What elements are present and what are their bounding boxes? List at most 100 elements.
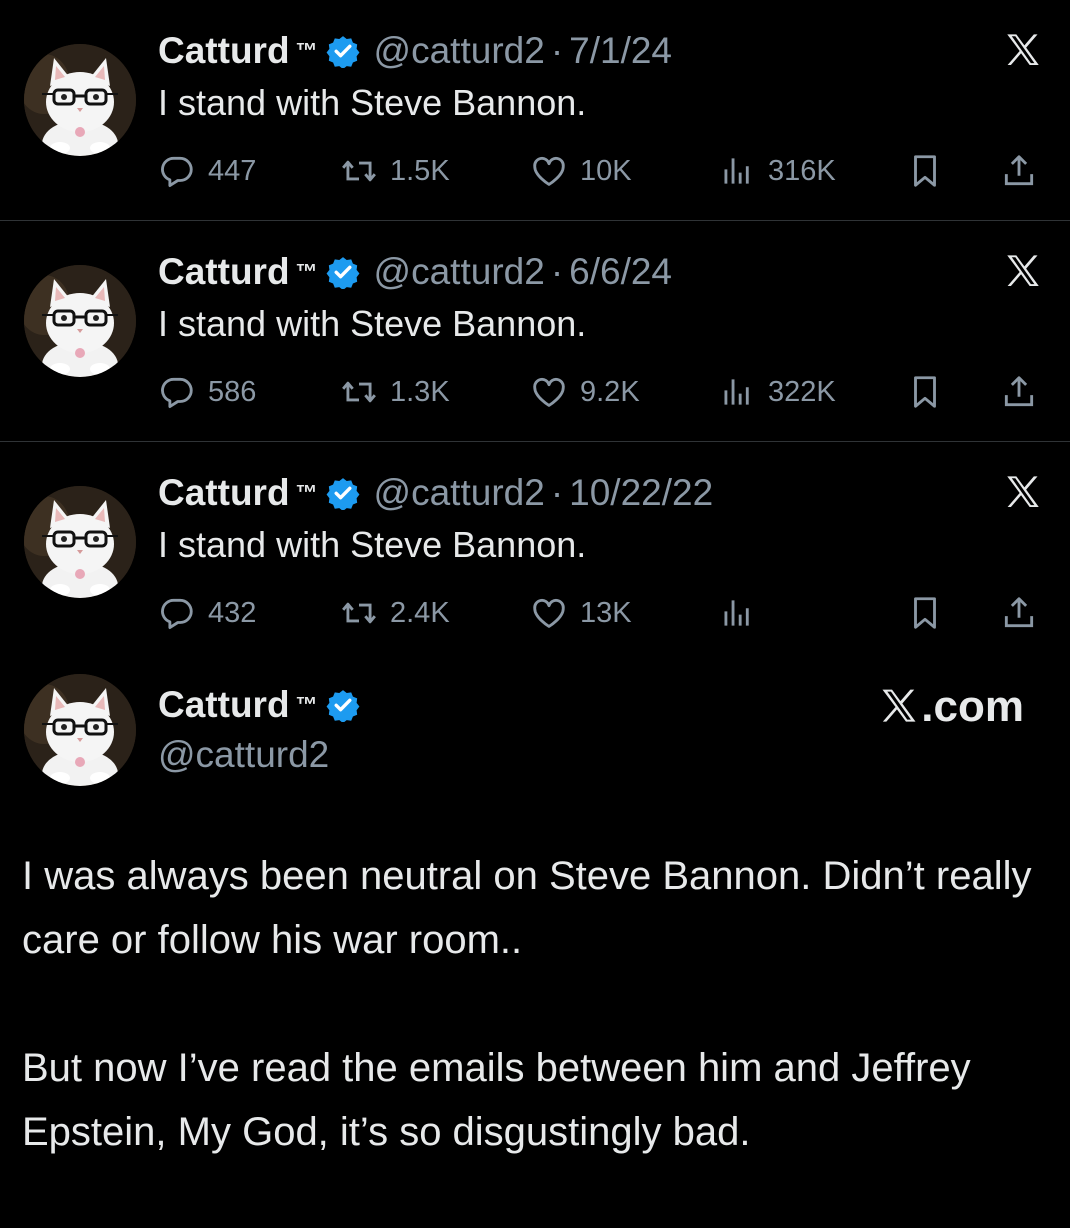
cat-avatar-icon xyxy=(24,674,136,786)
separator-dot: · xyxy=(550,472,564,513)
cat-avatar-icon xyxy=(24,486,136,598)
avatar[interactable] xyxy=(24,674,136,786)
share-icon xyxy=(1000,594,1038,632)
like-count: 9.2K xyxy=(580,375,640,408)
share-icon xyxy=(1000,373,1038,411)
tweet-date[interactable]: 7/1/24 xyxy=(569,30,672,72)
avatar[interactable] xyxy=(24,44,136,156)
action-bar: 447 1.5K 10K 316K xyxy=(158,146,1048,196)
avatar[interactable] xyxy=(24,486,136,598)
repost-icon xyxy=(340,373,378,411)
tweet-card[interactable]: Catturd ™ @catturd2 · 6/6/24 I stand wit… xyxy=(0,221,1070,442)
tweet-date[interactable]: 10/22/22 xyxy=(569,472,713,514)
verified-badge-icon[interactable] xyxy=(326,688,360,722)
x-logo-icon xyxy=(1002,472,1044,514)
repost-button[interactable]: 1.5K xyxy=(340,146,450,196)
separator-dot: · xyxy=(550,251,564,292)
bookmark-button[interactable] xyxy=(906,588,944,638)
trademark-symbol: ™ xyxy=(295,38,318,63)
cat-avatar-icon xyxy=(24,265,136,377)
tweet-card[interactable]: Catturd ™ @catturd2 · 7/1/24 I stand wit… xyxy=(0,0,1070,221)
trademark-symbol: ™ xyxy=(295,692,318,717)
avatar[interactable] xyxy=(24,265,136,377)
user-handle[interactable]: @catturd2 xyxy=(374,472,545,514)
views-button[interactable]: 316K xyxy=(718,146,836,196)
display-name[interactable]: Catturd xyxy=(158,684,290,726)
like-button[interactable]: 9.2K xyxy=(530,367,640,417)
reply-count: 447 xyxy=(208,154,257,187)
user-handle[interactable]: @catturd2 xyxy=(374,251,545,293)
views-icon xyxy=(718,594,756,632)
repost-icon xyxy=(340,594,378,632)
post-paragraph: But now I’ve read the emails between him… xyxy=(22,1046,971,1154)
action-bar: 432 2.4K 13K xyxy=(158,588,1048,638)
like-button[interactable]: 13K xyxy=(530,588,632,638)
tweet-text: I stand with Steve Bannon. xyxy=(158,303,587,344)
display-name[interactable]: Catturd xyxy=(158,472,290,514)
reply-button[interactable]: 447 xyxy=(158,146,256,196)
like-count: 10K xyxy=(580,154,632,187)
bookmark-icon xyxy=(906,594,944,632)
tweet-header: Catturd ™ @catturd2 · 10/22/22 xyxy=(158,470,713,516)
share-icon xyxy=(1000,152,1038,190)
verified-badge-icon[interactable] xyxy=(326,255,360,289)
reply-icon xyxy=(158,594,196,632)
action-bar: 586 1.3K 9.2K 322K xyxy=(158,367,1048,417)
tweet-date[interactable]: 6/6/24 xyxy=(569,251,672,293)
reply-icon xyxy=(158,152,196,190)
verified-badge-icon[interactable] xyxy=(326,476,360,510)
bookmark-button[interactable] xyxy=(906,367,944,417)
separator-dot: · xyxy=(550,30,564,71)
x-logo-icon xyxy=(877,685,921,729)
tweet-card[interactable]: Catturd ™ @catturd2 · 10/22/22 I stand w… xyxy=(0,442,1070,662)
bookmark-button[interactable] xyxy=(906,146,944,196)
x-logo-icon xyxy=(1002,30,1044,72)
like-count: 13K xyxy=(580,596,632,629)
repost-count: 1.5K xyxy=(390,154,450,187)
share-button[interactable] xyxy=(1000,146,1038,196)
tweet-text: I stand with Steve Bannon. xyxy=(158,524,587,565)
reply-button[interactable]: 586 xyxy=(158,367,256,417)
reply-icon xyxy=(158,373,196,411)
tweet-header: Catturd ™ @catturd2 · 6/6/24 xyxy=(158,249,672,295)
views-button[interactable]: 322K xyxy=(718,367,836,417)
tweet-header: Catturd ™ @catturd2 · 7/1/24 xyxy=(158,28,672,74)
like-icon xyxy=(530,373,568,411)
display-name[interactable]: Catturd xyxy=(158,30,290,72)
reply-count: 586 xyxy=(208,375,257,408)
bookmark-icon xyxy=(906,373,944,411)
x-logo-icon xyxy=(1002,251,1044,293)
repost-count: 2.4K xyxy=(390,596,450,629)
repost-icon xyxy=(340,152,378,190)
view-count: 322K xyxy=(768,375,836,408)
x-com-label: .com xyxy=(921,682,1024,731)
like-icon xyxy=(530,152,568,190)
post-body: I was always been neutral on Steve Banno… xyxy=(22,844,1052,1228)
display-name[interactable]: Catturd xyxy=(158,251,290,293)
trademark-symbol: ™ xyxy=(295,259,318,284)
like-button[interactable]: 10K xyxy=(530,146,632,196)
verified-badge-icon[interactable] xyxy=(326,34,360,68)
cat-avatar-icon xyxy=(24,44,136,156)
repost-count: 1.3K xyxy=(390,375,450,408)
views-icon xyxy=(718,152,756,190)
like-icon xyxy=(530,594,568,632)
post-paragraph: I was always been neutral on Steve Banno… xyxy=(22,854,1032,962)
bookmark-icon xyxy=(906,152,944,190)
share-button[interactable] xyxy=(1000,367,1038,417)
share-button[interactable] xyxy=(1000,588,1038,638)
views-icon xyxy=(718,373,756,411)
tweet-text: I stand with Steve Bannon. xyxy=(158,82,587,123)
view-count: 316K xyxy=(768,154,836,187)
post-header: Catturd ™ xyxy=(158,684,374,726)
repost-button[interactable]: 1.3K xyxy=(340,367,450,417)
repost-button[interactable]: 2.4K xyxy=(340,588,450,638)
views-button[interactable] xyxy=(718,588,768,638)
reply-count: 432 xyxy=(208,596,257,629)
user-handle[interactable]: @catturd2 xyxy=(158,734,329,776)
trademark-symbol: ™ xyxy=(295,480,318,505)
reply-button[interactable]: 432 xyxy=(158,588,256,638)
featured-post: Catturd ™ @catturd2 .com I was always be… xyxy=(0,664,1070,1195)
x-com-logo: .com xyxy=(877,682,1024,732)
user-handle[interactable]: @catturd2 xyxy=(374,30,545,72)
